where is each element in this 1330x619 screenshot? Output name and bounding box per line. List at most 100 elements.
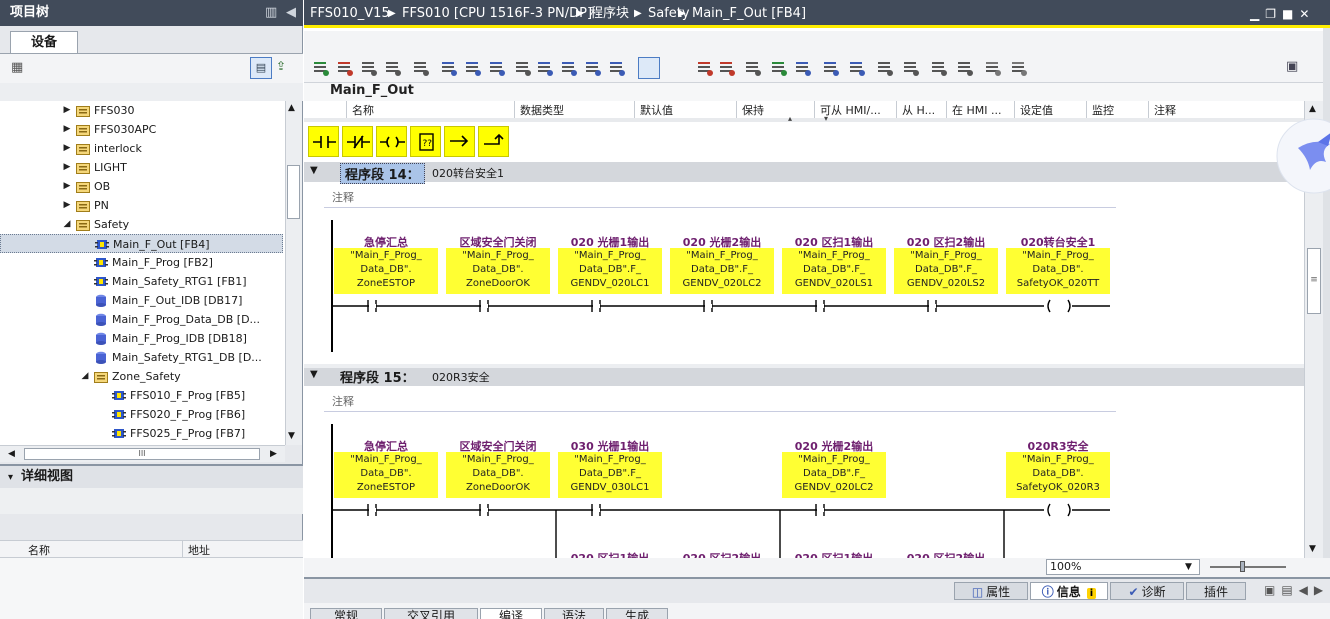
interface-col-header[interactable]: 从 H... <box>902 102 935 117</box>
network-view-toggle-icon[interactable] <box>638 57 660 79</box>
minimize-icon[interactable]: ▁ <box>1250 7 1265 21</box>
interface-col-header[interactable]: 名称 <box>352 102 374 117</box>
expand-open-icon[interactable]: ◢ <box>62 215 72 234</box>
detail-col-address[interactable]: 地址 <box>188 542 210 558</box>
tree-item[interactable]: Main_F_Prog_IDB [DB18] <box>0 329 283 348</box>
set-all-icon[interactable] <box>718 59 736 77</box>
download-icon[interactable] <box>770 59 788 77</box>
tree-view-icon[interactable]: ▤ <box>250 57 272 79</box>
call-env-icon[interactable] <box>930 59 948 77</box>
tree-vscroll[interactable]: ▲ ▼ <box>285 101 302 445</box>
tree-item[interactable]: Main_F_Out [FB4] <box>0 234 283 253</box>
reset-icon[interactable] <box>696 59 714 77</box>
tree-item[interactable]: ▶ OB <box>0 177 283 196</box>
interface-col-header[interactable]: 数据类型 <box>520 102 564 117</box>
tree-item[interactable]: FFS010_F_Prog [FB5] <box>0 386 283 405</box>
detail-col-name[interactable]: 名称 <box>28 542 50 558</box>
breadcrumb-item[interactable]: FFS010_V15 <box>310 0 390 28</box>
interface-col-header[interactable]: 监控 <box>1092 102 1114 117</box>
scroll-right-icon[interactable]: ▶ <box>270 449 277 459</box>
expand-closed-icon[interactable]: ▶ <box>62 139 72 158</box>
interface-col-header[interactable]: 保持 <box>742 102 764 117</box>
contact-tag[interactable]: "Main_F_Prog_ Data_DB". ZoneDoorOK <box>446 248 550 294</box>
expand-closed-icon[interactable]: ▶ <box>62 120 72 139</box>
contact-tag[interactable]: "Main_F_Prog_ Data_DB".F_ GENDV_020LS1 <box>782 248 886 294</box>
panel-layout-icon[interactable]: ▥ <box>265 0 277 26</box>
detail-view-header[interactable]: ▾ 详细视图 <box>0 464 303 488</box>
insert-network-icon[interactable] <box>312 59 330 77</box>
tag-info-icon[interactable] <box>560 59 578 77</box>
insert-row-icon[interactable] <box>360 59 378 77</box>
zoom-dropdown-icon[interactable]: ▼ <box>1185 560 1192 574</box>
empty-box-button[interactable]: ?? <box>410 126 441 157</box>
tree-item[interactable]: ▶ FFS030 <box>0 101 283 120</box>
output-tab[interactable]: 常规 <box>310 608 382 619</box>
output-tab[interactable]: 交叉引用 <box>384 608 478 619</box>
toolbar-options-icon[interactable]: ▣ <box>1286 59 1298 74</box>
chevron-down-icon[interactable]: ▾ <box>8 472 13 483</box>
contact-tag[interactable]: "Main_F_Prog_ Data_DB".F_ GENDV_030LC1 <box>558 452 662 498</box>
tree-options-icon[interactable]: ▦ <box>11 60 23 75</box>
contact-tag[interactable]: "Main_F_Prog_ Data_DB".F_ GENDV_020LC2 <box>782 452 886 498</box>
nc-contact-button[interactable] <box>342 126 373 157</box>
breadcrumb-item[interactable]: 程序块 <box>590 0 629 28</box>
tree-item[interactable]: FFS020_F_Prog [FB6] <box>0 405 283 424</box>
tree-refresh-icon[interactable]: ⇪ <box>276 59 286 73</box>
no-contact-button[interactable] <box>308 126 339 157</box>
maximize-icon[interactable]: ■ <box>1282 7 1299 21</box>
contact-tag[interactable]: "Main_F_Prog_ Data_DB".F_ GENDV_020LS2 <box>894 248 998 294</box>
tree-item[interactable]: ◢ Safety <box>0 215 283 234</box>
delete-network-icon[interactable] <box>336 59 354 77</box>
expand-closed-icon[interactable]: ▶ <box>62 177 72 196</box>
breadcrumb-item[interactable]: Main_F_Out [FB4] <box>692 0 806 28</box>
jump-icon[interactable] <box>876 59 894 77</box>
scroll-down-icon[interactable]: ▼ <box>288 431 295 441</box>
restore-icon[interactable]: ❐ <box>1265 7 1282 21</box>
editor-scroll-down-icon[interactable]: ▼ <box>1309 544 1316 554</box>
tree-item[interactable]: Main_Safety_RTG1_DB [D... <box>0 348 283 367</box>
tree-item[interactable]: Main_F_Prog [FB2] <box>0 253 283 272</box>
interface-col-header[interactable]: 注释 <box>1154 102 1176 117</box>
coil-button[interactable] <box>376 126 407 157</box>
interface-col-header[interactable]: 默认值 <box>640 102 673 117</box>
interface-col-header[interactable]: 可从 HMI/... <box>820 102 881 117</box>
tree-hscroll-thumb[interactable]: III <box>24 448 260 460</box>
output-tab[interactable]: 生成 <box>606 608 668 619</box>
tree-item[interactable]: Main_F_Prog_Data_DB [D... <box>0 310 283 329</box>
monitor-list-icon[interactable] <box>608 59 626 77</box>
close-branch-button[interactable] <box>478 126 509 157</box>
close-networks-icon[interactable] <box>488 59 506 77</box>
expand-open-icon[interactable]: ◢ <box>80 367 90 386</box>
tree-item[interactable]: FFS025_F_Prog [FB7] <box>0 424 283 443</box>
load-icon[interactable] <box>1010 59 1028 77</box>
tree-item[interactable]: Main_F_Out_IDB [DB17] <box>0 291 283 310</box>
go-back-icon[interactable] <box>794 59 812 77</box>
collapse-panel-icon[interactable]: ◀ <box>286 0 296 26</box>
absolute-address-icon[interactable] <box>536 59 554 77</box>
go-to-icon[interactable] <box>744 59 762 77</box>
interface-col-header[interactable]: 在 HMI ... <box>952 102 1002 117</box>
tree-item[interactable]: ▶ interlock <box>0 139 283 158</box>
assistant-bird-icon[interactable] <box>1274 118 1330 196</box>
close-icon[interactable]: ✕ <box>1299 7 1315 21</box>
zoom-slider[interactable] <box>1210 566 1286 568</box>
tree-item[interactable]: Main_Safety_RTG1 [FB1] <box>0 272 283 291</box>
output-tab[interactable]: 语法 <box>544 608 604 619</box>
tab-devices[interactable]: 设备 <box>10 31 78 53</box>
tag-display-icon[interactable] <box>584 59 602 77</box>
comment-icon[interactable] <box>514 59 532 77</box>
next-error-icon[interactable] <box>822 59 840 77</box>
snapshot-icon[interactable] <box>984 59 1002 77</box>
contact-tag[interactable]: "Main_F_Prog_ Data_DB".F_ GENDV_020LC1 <box>558 248 662 294</box>
inspector-tab[interactable]: ◫ 属性 <box>954 582 1028 600</box>
tree-item[interactable]: ▶ FFS030APC <box>0 120 283 139</box>
contact-tag[interactable]: "Main_F_Prog_ Data_DB". ZoneDoorOK <box>446 452 550 498</box>
previous-error-icon[interactable] <box>848 59 866 77</box>
inspector-tab[interactable]: ⓘ 信息 i <box>1030 582 1108 600</box>
inspector-tab[interactable]: ✔ 诊断 <box>1110 582 1184 600</box>
editor-scroll-up-icon[interactable]: ▲ <box>1309 104 1316 114</box>
expand-closed-icon[interactable]: ▶ <box>62 196 72 215</box>
tree-hscroll[interactable]: ◀ III ▶ <box>0 445 285 462</box>
delete-row-icon[interactable] <box>384 59 402 77</box>
contact-tag[interactable]: "Main_F_Prog_ Data_DB". SafetyOK_020TT <box>1006 248 1110 294</box>
